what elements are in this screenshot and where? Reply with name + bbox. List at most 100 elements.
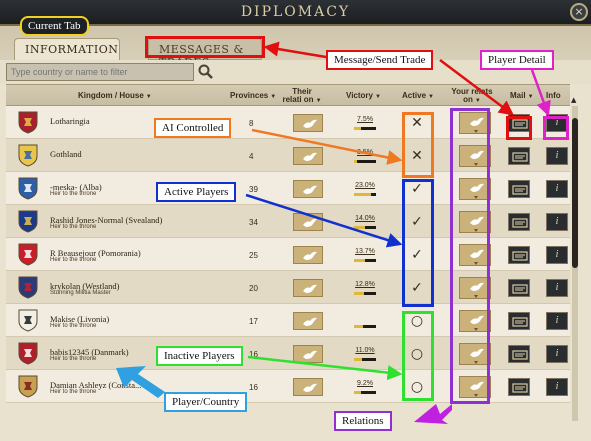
info-button[interactable]: i (546, 180, 568, 198)
search-icon[interactable] (197, 63, 215, 81)
highlight-info-column (543, 116, 569, 140)
column-active[interactable]: Active ▼ (402, 92, 434, 101)
message-icon (512, 350, 528, 360)
victory-percent: 7.5% (357, 116, 373, 123)
mail-button[interactable] (508, 279, 530, 297)
their-relation-dove-button[interactable] (293, 180, 323, 198)
close-button[interactable]: × (570, 3, 588, 21)
their-relation-dove-button[interactable] (293, 378, 323, 396)
dove-icon (303, 317, 317, 326)
mail-button[interactable] (508, 345, 530, 363)
label-player-country: Player/Country (164, 392, 248, 412)
dove-icon (303, 383, 317, 392)
info-button[interactable]: i (546, 213, 568, 231)
column-provinces[interactable]: Provinces ▼ (230, 92, 276, 101)
dove-icon (303, 218, 317, 227)
info-icon: i (555, 150, 559, 161)
house-shield-icon (18, 210, 38, 233)
victory-percent: 9.2% (357, 380, 373, 387)
info-icon: i (555, 249, 559, 260)
house-shield-icon (18, 276, 38, 299)
player-title: Heir to the throne (50, 323, 97, 329)
player-title: Heir to the throne (50, 224, 97, 230)
their-relation-dove-button[interactable] (293, 279, 323, 297)
label-message-trade: Message/Send Trade (326, 50, 434, 70)
info-icon: i (555, 348, 559, 359)
mail-button[interactable] (508, 180, 530, 198)
mail-button[interactable] (508, 312, 530, 330)
message-icon (512, 284, 528, 294)
dove-icon (303, 284, 317, 293)
provinces-count: 16 (249, 350, 258, 359)
scroll-up-arrow[interactable]: ▲ (571, 96, 579, 104)
info-button[interactable]: i (546, 378, 568, 396)
player-title: Heir to the throne (50, 356, 97, 362)
label-inactive-players: Inactive Players (156, 346, 243, 366)
column-victory[interactable]: Victory ▼ (346, 92, 381, 101)
column-kingdom[interactable]: Kingdom / House ▼ (78, 92, 152, 101)
dove-icon (303, 185, 317, 194)
their-relation-dove-button[interactable] (293, 213, 323, 231)
player-name: Gothland (50, 149, 82, 159)
victory-percent: 23.0% (355, 182, 375, 189)
info-icon: i (555, 315, 559, 326)
their-relation-dove-button[interactable] (293, 312, 323, 330)
filter-input[interactable] (6, 63, 194, 81)
label-relations: Relations (334, 411, 392, 431)
their-relation-dove-button[interactable] (293, 147, 323, 165)
info-button[interactable]: i (546, 345, 568, 363)
highlight-messages-tab (145, 36, 265, 58)
provinces-count: 17 (249, 317, 258, 326)
house-shield-icon (18, 309, 38, 332)
their-relation-dove-button[interactable] (293, 345, 323, 363)
dove-icon (303, 350, 317, 359)
mail-button[interactable] (508, 246, 530, 264)
label-active-players: Active Players (156, 182, 237, 202)
their-relation-dove-button[interactable] (293, 246, 323, 264)
their-relation-dove-button[interactable] (293, 114, 323, 132)
scroll-thumb[interactable] (572, 118, 578, 268)
label-current-tab: Current Tab (20, 16, 89, 36)
table-header: Kingdom / House ▼ Provinces ▼ Their relati… (6, 84, 570, 106)
victory-progress-bar (354, 358, 376, 361)
message-icon (512, 185, 528, 195)
dove-icon (303, 251, 317, 260)
highlight-relations (450, 108, 490, 404)
info-button[interactable]: i (546, 147, 568, 165)
message-icon (512, 251, 528, 261)
victory-progress-bar (354, 325, 376, 328)
message-icon (512, 152, 528, 162)
house-shield-icon (18, 375, 38, 398)
mail-button[interactable] (508, 378, 530, 396)
arrow-relations (414, 404, 452, 424)
info-icon: i (555, 381, 559, 392)
scrollbar[interactable] (572, 106, 578, 421)
victory-percent: 14.0% (355, 215, 375, 222)
provinces-count: 16 (249, 383, 258, 392)
mail-button[interactable] (508, 147, 530, 165)
info-icon: i (555, 282, 559, 293)
mail-button[interactable] (508, 213, 530, 231)
tab-information[interactable]: INFORMATION (14, 38, 120, 60)
house-shield-icon (18, 111, 38, 134)
provinces-count: 25 (249, 251, 258, 260)
info-button[interactable]: i (546, 246, 568, 264)
house-shield-icon (18, 144, 38, 167)
victory-progress-bar (354, 292, 376, 295)
info-button[interactable]: i (546, 279, 568, 297)
highlight-ai-controlled (402, 112, 434, 178)
column-info[interactable]: Info (546, 92, 561, 100)
column-their-relation[interactable]: Their relati on ▼ (282, 88, 322, 105)
highlight-inactive-players (402, 311, 434, 401)
victory-progress-bar (354, 160, 376, 163)
column-your-relation[interactable]: Your relats on ▼ (446, 88, 498, 105)
provinces-count: 20 (249, 284, 258, 293)
house-shield-icon (18, 243, 38, 266)
player-title: Heir to the throne (50, 191, 97, 197)
message-icon (512, 218, 528, 228)
info-button[interactable]: i (546, 312, 568, 330)
victory-progress-bar (354, 226, 376, 229)
info-icon: i (555, 216, 559, 227)
message-icon (512, 383, 528, 393)
column-mail[interactable]: Mail ▼ (510, 92, 534, 101)
